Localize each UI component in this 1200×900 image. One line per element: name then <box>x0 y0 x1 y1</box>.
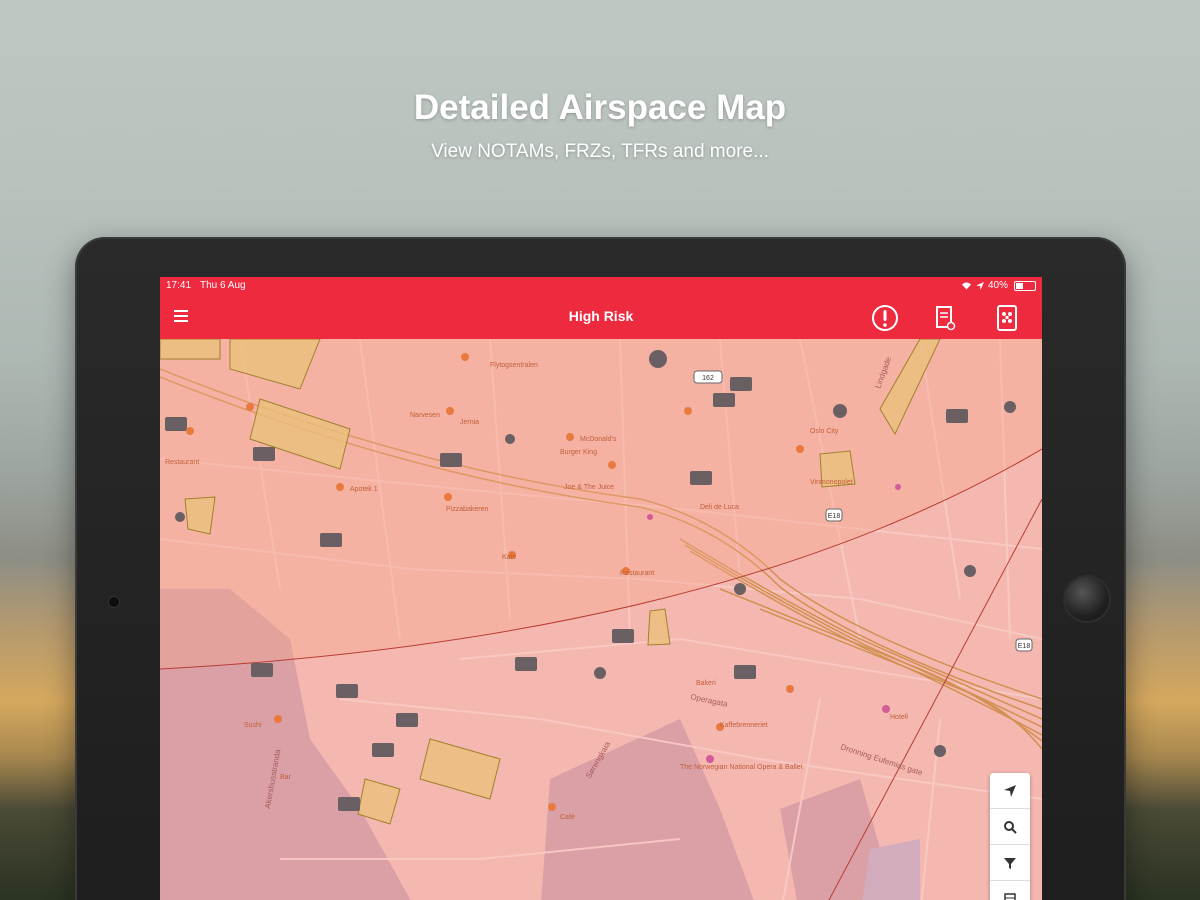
battery-icon <box>1014 281 1036 291</box>
route-badge-e18-a: E18 <box>828 513 841 520</box>
poi-label-5: Apotek 1 <box>350 486 378 493</box>
zoom-icon <box>1004 820 1017 834</box>
app-screen: 17:41 Thu 6 Aug 40% High Risk 162 E18 E1… <box>160 277 1042 900</box>
promo-subheadline: View NOTAMs, FRZs, TFRs and more... <box>431 141 769 162</box>
poi-label-20: Hotell <box>890 714 908 721</box>
checklist-icon[interactable] <box>930 303 960 333</box>
filter-button[interactable] <box>990 845 1030 881</box>
map-controls <box>990 773 1030 900</box>
poi-label-12: Oslo City <box>810 428 839 435</box>
poi-label-11: Deli de Luca <box>700 504 739 511</box>
layers-button[interactable] <box>990 881 1030 900</box>
promo-headline: Detailed Airspace Map <box>413 88 787 127</box>
airspace-map[interactable]: 162 E18 E18 Lindgade Sørengkaia Dronning… <box>160 339 1042 900</box>
layers-icon <box>1004 893 1016 900</box>
poi-label-16: Sushi <box>244 722 262 729</box>
poi-label-3: Burger King <box>560 449 597 456</box>
tablet-home-button[interactable] <box>1065 577 1109 621</box>
poi-label-0: Flytogsentralen <box>490 362 538 369</box>
poi-label-13: The Norwegian National Opera & Ballet <box>680 764 803 771</box>
tablet-frame: 17:41 Thu 6 Aug 40% High Risk 162 E18 E1… <box>75 237 1126 900</box>
poi-label-10: Vinmonopolet <box>810 479 853 486</box>
poi-label-17: Bar <box>280 774 292 781</box>
status-bar: 17:41 Thu 6 Aug 40% <box>160 277 1042 295</box>
filter-icon <box>1004 857 1016 869</box>
battery-percent: 40% <box>987 280 1008 291</box>
locate-button[interactable] <box>990 773 1030 809</box>
locate-icon <box>1004 784 1016 797</box>
poi-label-14: Kaffebrenneriet <box>720 722 768 729</box>
poi-label-1: Jernia <box>460 419 479 426</box>
risk-level-title: High Risk <box>568 308 634 324</box>
poi-label-4: Joe & The Juice <box>564 484 614 491</box>
poi-label-9: Restaurant <box>620 570 654 577</box>
status-time: 17:41 <box>166 280 192 291</box>
poi-label-19: Restaurant <box>165 459 199 466</box>
map-canvas[interactable]: 162 E18 E18 Lindgade Sørengkaia Dronning… <box>160 339 1042 900</box>
route-badge-162: 162 <box>702 375 714 382</box>
nav-bar: High Risk <box>160 295 1042 339</box>
wifi-icon <box>961 282 971 290</box>
poi-label-15: Bakeri <box>696 680 716 687</box>
poi-label-2: McDonald's <box>580 436 617 443</box>
poi-label-18: Café <box>560 814 575 821</box>
status-date: Thu 6 Aug <box>200 280 246 291</box>
poi-label-8: Kafé <box>502 554 517 561</box>
drone-icon[interactable] <box>992 303 1022 333</box>
tablet-camera <box>109 597 119 607</box>
poi-label-7: Pizzabakeren <box>446 506 489 513</box>
route-badge-e18-b: E18 <box>1018 643 1031 650</box>
location-arrow-icon <box>975 281 984 290</box>
search-map-button[interactable] <box>990 809 1030 845</box>
alert-icon[interactable] <box>870 303 900 333</box>
status-indicators: 40% <box>961 280 1008 291</box>
poi-label-6: Narvesen <box>410 412 440 419</box>
